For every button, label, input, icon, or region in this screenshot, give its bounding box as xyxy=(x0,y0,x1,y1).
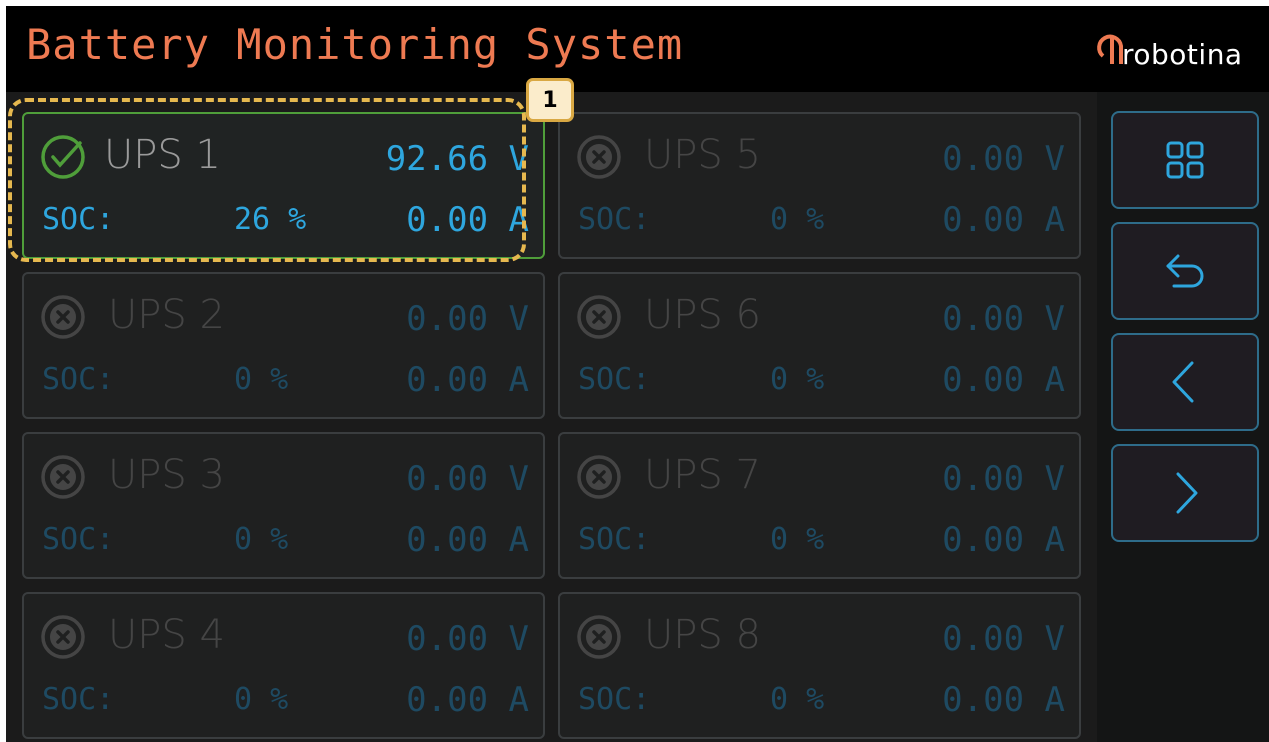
undo-arrow-icon xyxy=(1166,254,1204,288)
soc-label: SOC: xyxy=(42,522,115,557)
brand-logo: robotina xyxy=(1094,26,1266,76)
ups-current: 0.00 A xyxy=(942,520,1065,560)
chevron-left-icon xyxy=(1172,361,1194,403)
soc-value: 26 % xyxy=(234,202,307,237)
ups-grid: UPS 1 92.66 V SOC: 26 % 0.00 A UPS 2 0.0… xyxy=(6,92,1096,742)
ups-current: 0.00 A xyxy=(406,200,529,240)
grid-view-button[interactable] xyxy=(1111,111,1259,209)
previous-page-button[interactable] xyxy=(1111,333,1259,431)
header-bar: Battery Monitoring System robotina xyxy=(6,6,1269,92)
ups-name: UPS 7 xyxy=(644,452,761,498)
ups-card-8[interactable]: UPS 8 0.00 V SOC: 0 % 0.00 A xyxy=(558,592,1081,739)
x-circle-icon xyxy=(41,615,85,659)
ups-voltage: 0.00 V xyxy=(942,619,1065,659)
ups-name: UPS 3 xyxy=(108,452,225,498)
ups-current: 0.00 A xyxy=(406,360,529,400)
soc-value: 0 % xyxy=(234,522,289,557)
ups-card-4[interactable]: UPS 4 0.00 V SOC: 0 % 0.00 A xyxy=(22,592,545,739)
back-button[interactable] xyxy=(1111,222,1259,320)
ups-voltage: 0.00 V xyxy=(406,299,529,339)
ups-current: 0.00 A xyxy=(942,200,1065,240)
annotation-badge: 1 xyxy=(526,78,574,122)
ups-voltage: 92.66 V xyxy=(385,139,529,179)
ups-name: UPS 4 xyxy=(108,612,225,658)
chevron-right-icon xyxy=(1176,472,1198,514)
x-circle-icon xyxy=(577,295,621,339)
soc-label: SOC: xyxy=(578,682,651,717)
soc-label: SOC: xyxy=(578,202,651,237)
ups-card-6[interactable]: UPS 6 0.00 V SOC: 0 % 0.00 A xyxy=(558,272,1081,419)
ups-name: UPS 5 xyxy=(644,132,761,178)
x-circle-icon xyxy=(577,455,621,499)
soc-value: 0 % xyxy=(234,682,289,717)
ups-card-7[interactable]: UPS 7 0.00 V SOC: 0 % 0.00 A xyxy=(558,432,1081,579)
grid-icon xyxy=(1166,141,1204,179)
ups-voltage: 0.00 V xyxy=(942,139,1065,179)
x-circle-icon xyxy=(41,295,85,339)
ups-current: 0.00 A xyxy=(942,360,1065,400)
ups-voltage: 0.00 V xyxy=(942,299,1065,339)
soc-label: SOC: xyxy=(42,362,115,397)
ups-name: UPS 1 xyxy=(104,132,221,178)
soc-value: 0 % xyxy=(770,682,825,717)
next-page-button[interactable] xyxy=(1111,444,1259,542)
x-circle-icon xyxy=(577,135,621,179)
x-circle-icon xyxy=(41,455,85,499)
check-circle-icon xyxy=(41,135,85,179)
ups-voltage: 0.00 V xyxy=(942,459,1065,499)
x-circle-icon xyxy=(577,615,621,659)
ups-name: UPS 2 xyxy=(108,292,225,338)
ups-current: 0.00 A xyxy=(942,680,1065,720)
ups-card-5[interactable]: UPS 5 0.00 V SOC: 0 % 0.00 A xyxy=(558,112,1081,259)
soc-label: SOC: xyxy=(42,202,115,237)
soc-label: SOC: xyxy=(42,682,115,717)
ups-card-2[interactable]: UPS 2 0.00 V SOC: 0 % 0.00 A xyxy=(22,272,545,419)
ups-card-1[interactable]: UPS 1 92.66 V SOC: 26 % 0.00 A xyxy=(22,112,545,259)
screen: Battery Monitoring System robotina UPS 1… xyxy=(6,6,1269,742)
soc-value: 0 % xyxy=(770,202,825,237)
soc-label: SOC: xyxy=(578,522,651,557)
ups-name: UPS 6 xyxy=(644,292,761,338)
logo-text: robotina xyxy=(1122,38,1243,71)
ups-name: UPS 8 xyxy=(644,612,761,658)
ups-voltage: 0.00 V xyxy=(406,619,529,659)
ups-current: 0.00 A xyxy=(406,680,529,720)
ups-voltage: 0.00 V xyxy=(406,459,529,499)
soc-value: 0 % xyxy=(770,362,825,397)
soc-label: SOC: xyxy=(578,362,651,397)
soc-value: 0 % xyxy=(770,522,825,557)
ups-current: 0.00 A xyxy=(406,520,529,560)
sidebar xyxy=(1097,92,1269,742)
soc-value: 0 % xyxy=(234,362,289,397)
ups-card-3[interactable]: UPS 3 0.00 V SOC: 0 % 0.00 A xyxy=(22,432,545,579)
page-title: Battery Monitoring System xyxy=(26,20,684,69)
